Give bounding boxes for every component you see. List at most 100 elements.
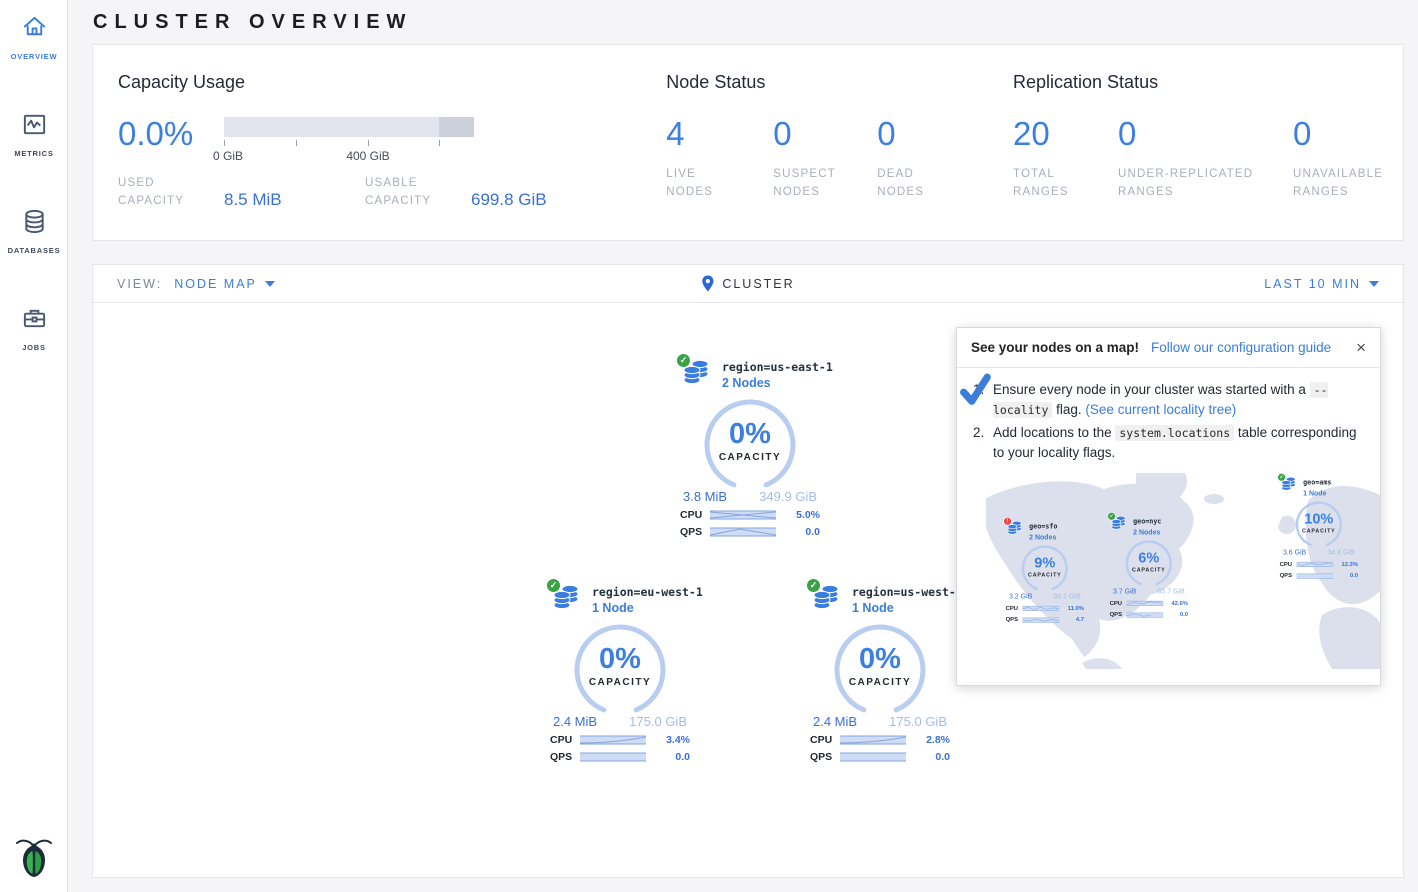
capacity-gauge: 10% CAPACITY xyxy=(1293,501,1345,546)
unavailable-ranges-label: UNAVAILABLE RANGES xyxy=(1293,166,1403,202)
region-card-us-west-1[interactable]: ✓ region=us-west-1 1 Node 0% CAPACITY 2. xyxy=(800,585,960,763)
locality-tree-link[interactable]: (See current locality tree) xyxy=(1085,402,1236,417)
chevron-down-icon xyxy=(265,281,275,287)
total-ranges-value: 20 xyxy=(1013,117,1118,150)
node-status-section: Node Status 4 LIVE NODES 0 SUSPECT NODES… xyxy=(641,45,988,240)
breadcrumb[interactable]: CLUSTER xyxy=(701,275,794,292)
check-icon xyxy=(957,372,994,407)
qps-row: QPS 0.0 xyxy=(550,751,690,763)
region-label: geo=sfo xyxy=(1029,521,1057,531)
healthy-badge-icon: ✓ xyxy=(1107,512,1115,520)
setup-step-1: 1. Ensure every node in your cluster was… xyxy=(973,380,1364,421)
qps-sparkline xyxy=(710,526,776,538)
setup-step-2: 2. Add locations to the system.locations… xyxy=(973,423,1364,464)
nodes-count-link[interactable]: 2 Nodes xyxy=(722,376,833,390)
total-capacity: 175.0 GiB xyxy=(889,714,947,729)
main-content: CLUSTER OVERVIEW Capacity Usage 0.0% 0 G… xyxy=(68,0,1418,878)
cpu-row: CPU 11.0% xyxy=(1006,604,1084,613)
close-icon[interactable]: × xyxy=(1356,339,1366,356)
warning-badge-icon: ! xyxy=(1003,517,1011,525)
database-icon xyxy=(21,208,48,235)
dead-nodes-stat: 0 DEAD NODES xyxy=(877,117,947,202)
cpu-row: CPU 12.3% xyxy=(1280,560,1358,569)
example-region-geo-sfo: ! geo=sfo 2 Nodes 9% xyxy=(1000,521,1090,625)
briefcase-icon xyxy=(21,305,48,332)
configuration-guide-link[interactable]: Follow our configuration guide xyxy=(1151,340,1331,355)
dead-nodes-label: DEAD NODES xyxy=(877,166,947,202)
cpu-sparkline xyxy=(580,734,646,746)
suspect-nodes-stat: 0 SUSPECT NODES xyxy=(773,117,877,202)
usable-capacity-label: USABLE CAPACITY xyxy=(365,175,471,211)
cpu-row: CPU 5.0% xyxy=(680,509,820,521)
cpu-value: 3.4% xyxy=(666,734,690,746)
cpu-sparkline xyxy=(710,509,776,521)
total-ranges-stat: 20 TOTAL RANGES xyxy=(1013,117,1118,202)
sidebar-item-overview[interactable]: OVERVIEW xyxy=(0,0,68,71)
view-label: VIEW: xyxy=(117,277,162,291)
sidebar-item-label: OVERVIEW xyxy=(0,52,68,61)
system-locations-code: system.locations xyxy=(1115,425,1234,441)
capacity-gauge: 9% CAPACITY xyxy=(1019,545,1071,590)
cluster-summary-panel: Capacity Usage 0.0% 0 GiB 400 GiB USED C xyxy=(92,44,1404,241)
tooltip-title: See your nodes on a map! xyxy=(971,340,1139,355)
cockroachdb-logo xyxy=(0,835,68,884)
capacity-gauge-label: CAPACITY xyxy=(700,452,800,463)
sidebar-item-label: METRICS xyxy=(0,149,68,158)
sidebar-item-databases[interactable]: DATABASES xyxy=(0,194,68,265)
region-label: region=eu-west-1 xyxy=(592,585,703,599)
total-ranges-label: TOTAL RANGES xyxy=(1013,166,1083,202)
nodes-count: 2 Nodes xyxy=(1029,532,1057,543)
capacity-gauge-percent: 0% xyxy=(830,645,930,674)
tick-label-400: 400 GiB xyxy=(346,149,389,163)
sidebar-item-label: DATABASES xyxy=(0,246,68,255)
cpu-row: CPU 3.4% xyxy=(550,734,690,746)
total-capacity: 175.0 GiB xyxy=(629,714,687,729)
replication-status-section: Replication Status 20 TOTAL RANGES 0 UND… xyxy=(988,45,1403,240)
capacity-gauge-label: CAPACITY xyxy=(830,677,930,688)
node-status-title: Node Status xyxy=(666,72,988,93)
page-header: CLUSTER OVERVIEW xyxy=(68,0,1418,44)
qps-sparkline xyxy=(580,751,646,763)
cpu-value: 5.0% xyxy=(796,509,820,521)
sidebar-item-jobs[interactable]: JOBS xyxy=(0,291,68,362)
qps-row: QPS 0.0 xyxy=(680,526,820,538)
capacity-gauge: 0% CAPACITY xyxy=(830,624,930,712)
qps-value: 0.0 xyxy=(935,751,950,763)
node-map-panel: VIEW: NODE MAP CLUSTER LAST 10 MIN ✓ reg… xyxy=(92,264,1404,878)
qps-row: QPS 0.0 xyxy=(1110,611,1188,620)
live-nodes-value: 4 xyxy=(666,117,773,150)
region-label: region=us-east-1 xyxy=(722,360,833,374)
live-nodes-label: LIVE NODES xyxy=(666,166,736,202)
view-bar: VIEW: NODE MAP CLUSTER LAST 10 MIN xyxy=(93,265,1403,303)
replication-status-title: Replication Status xyxy=(1013,72,1403,93)
capacity-gauge: 0% CAPACITY xyxy=(570,624,670,712)
nodes-count: 2 Nodes xyxy=(1133,527,1161,538)
capacity-gauge: 0% CAPACITY xyxy=(700,399,800,487)
nodes-count: 1 Node xyxy=(1303,488,1331,499)
healthy-badge-icon: ✓ xyxy=(1277,473,1285,481)
qps-row: QPS 0.0 xyxy=(1280,572,1358,581)
capacity-usage-title: Capacity Usage xyxy=(118,72,641,93)
sidebar-item-metrics[interactable]: METRICS xyxy=(0,97,68,168)
view-selector[interactable]: NODE MAP xyxy=(174,277,275,291)
tick-label-0: 0 GiB xyxy=(213,149,243,163)
cpu-row: CPU 2.8% xyxy=(810,734,950,746)
healthy-badge-icon: ✓ xyxy=(546,578,561,593)
under-replicated-value: 0 xyxy=(1118,117,1293,150)
qps-sparkline xyxy=(840,751,906,763)
nodes-count-link[interactable]: 1 Node xyxy=(852,601,963,615)
under-replicated-stat: 0 UNDER-REPLICATED RANGES xyxy=(1118,117,1293,202)
suspect-nodes-value: 0 xyxy=(773,117,877,150)
used-capacity: 2.4 MiB xyxy=(553,714,597,729)
used-capacity-value: 8.5 MiB xyxy=(224,190,365,211)
unavailable-ranges-stat: 0 UNAVAILABLE RANGES xyxy=(1293,117,1403,202)
used-capacity: 2.4 MiB xyxy=(813,714,857,729)
chevron-down-icon xyxy=(1369,281,1379,287)
region-card-us-east-1[interactable]: ✓ region=us-east-1 2 Nodes 0% CAPACITY 3 xyxy=(670,360,830,538)
time-range-selector[interactable]: LAST 10 MIN xyxy=(1264,277,1379,291)
capacity-bar: 0 GiB 400 GiB xyxy=(224,117,474,163)
nodes-count-link[interactable]: 1 Node xyxy=(592,601,703,615)
region-card-eu-west-1[interactable]: ✓ region=eu-west-1 1 Node 0% CAPACITY 2. xyxy=(540,585,700,763)
location-pin-icon xyxy=(701,275,714,292)
capacity-gauge-percent: 0% xyxy=(570,645,670,674)
